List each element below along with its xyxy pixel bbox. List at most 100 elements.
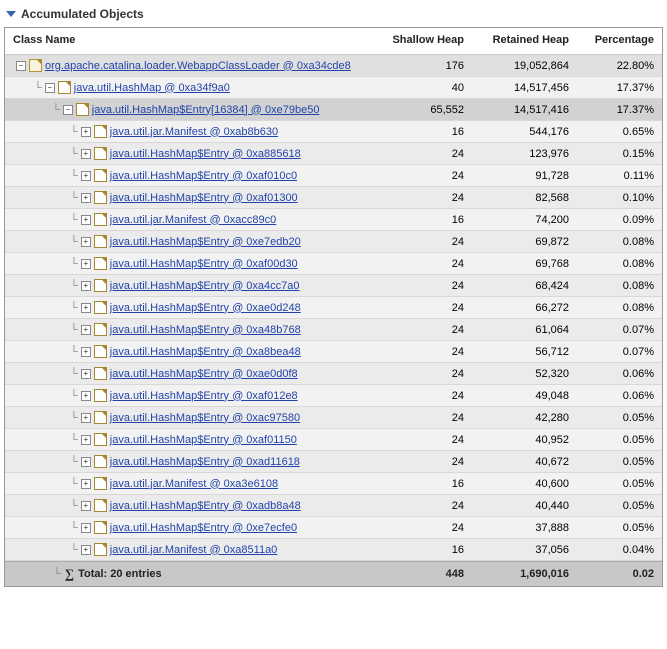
- class-link[interactable]: java.util.HashMap @ 0xa34f9a0: [74, 82, 230, 94]
- section-header[interactable]: Accumulated Objects: [4, 4, 663, 27]
- class-file-icon: [94, 235, 107, 248]
- table-row[interactable]: └+java.util.HashMap$Entry @ 0xaf012e8244…: [5, 385, 662, 407]
- table-row[interactable]: └+java.util.HashMap$Entry @ 0xaf010c0249…: [5, 165, 662, 187]
- class-file-icon: [94, 125, 107, 138]
- tree-expand-icon[interactable]: +: [81, 281, 91, 291]
- class-link[interactable]: java.util.HashMap$Entry @ 0xadb8a48: [110, 500, 301, 512]
- class-link[interactable]: java.util.jar.Manifest @ 0xacc89c0: [110, 214, 276, 226]
- percentage-value: 0.08%: [569, 302, 654, 314]
- tree-expand-icon[interactable]: +: [81, 193, 91, 203]
- tree-expand-icon[interactable]: +: [81, 303, 91, 313]
- table-row[interactable]: └+java.util.HashMap$Entry @ 0xaf00d30246…: [5, 253, 662, 275]
- table-row[interactable]: └−java.util.HashMap @ 0xa34f9a04014,517,…: [5, 77, 662, 99]
- tree-expand-icon[interactable]: +: [81, 347, 91, 357]
- class-link[interactable]: java.util.HashMap$Entry @ 0xa4cc7a0: [110, 280, 300, 292]
- table-row[interactable]: └+java.util.jar.Manifest @ 0xa3e61081640…: [5, 473, 662, 495]
- class-link[interactable]: java.util.HashMap$Entry @ 0xaf01150: [110, 434, 297, 446]
- tree-branch-icon: └: [70, 368, 78, 380]
- table-row[interactable]: └+java.util.HashMap$Entry @ 0xa8bea48245…: [5, 341, 662, 363]
- col-header-shallow[interactable]: Shallow Heap: [369, 34, 464, 46]
- tree-expand-icon[interactable]: +: [81, 457, 91, 467]
- table-row[interactable]: └+java.util.jar.Manifest @ 0xab8b6301654…: [5, 121, 662, 143]
- tree-branch-icon: └: [70, 236, 78, 248]
- table-row[interactable]: └+java.util.HashMap$Entry @ 0xe7edb20246…: [5, 231, 662, 253]
- class-link[interactable]: java.util.HashMap$Entry @ 0xe7edb20: [110, 236, 301, 248]
- table-row[interactable]: └+java.util.HashMap$Entry @ 0xa4cc7a0246…: [5, 275, 662, 297]
- percentage-value: 17.37%: [569, 82, 654, 94]
- class-file-icon: [94, 345, 107, 358]
- table-row[interactable]: └+java.util.HashMap$Entry @ 0xaf01150244…: [5, 429, 662, 451]
- retained-heap-value: 14,517,456: [464, 82, 569, 94]
- retained-heap-value: 52,320: [464, 368, 569, 380]
- class-link[interactable]: java.util.HashMap$Entry @ 0xaf010c0: [110, 170, 297, 182]
- class-link[interactable]: java.util.HashMap$Entry @ 0xaf01300: [110, 192, 298, 204]
- class-link[interactable]: java.util.jar.Manifest @ 0xa8511a0: [110, 544, 278, 556]
- class-link[interactable]: java.util.HashMap$Entry @ 0xae0d248: [110, 302, 301, 314]
- class-file-icon: [94, 191, 107, 204]
- table-row[interactable]: └+java.util.HashMap$Entry @ 0xa885618241…: [5, 143, 662, 165]
- table-row[interactable]: └+java.util.HashMap$Entry @ 0xe7ecfe0243…: [5, 517, 662, 539]
- tree-expand-icon[interactable]: +: [81, 149, 91, 159]
- table-row[interactable]: └+java.util.HashMap$Entry @ 0xaf01300248…: [5, 187, 662, 209]
- class-link[interactable]: java.util.HashMap$Entry @ 0xaf00d30: [110, 258, 298, 270]
- class-link[interactable]: java.util.jar.Manifest @ 0xab8b630: [110, 126, 278, 138]
- tree-expand-icon[interactable]: +: [81, 259, 91, 269]
- table-row[interactable]: └+java.util.HashMap$Entry @ 0xadb8a48244…: [5, 495, 662, 517]
- retained-heap-value: 19,052,864: [464, 60, 569, 72]
- class-link[interactable]: java.util.HashMap$Entry @ 0xaf012e8: [110, 390, 298, 402]
- tree-expand-icon[interactable]: +: [81, 127, 91, 137]
- col-header-percentage[interactable]: Percentage: [569, 34, 654, 46]
- tree-expand-icon[interactable]: +: [81, 215, 91, 225]
- shallow-heap-value: 24: [369, 346, 464, 358]
- tree-expand-icon[interactable]: +: [81, 369, 91, 379]
- table-row[interactable]: − org.apache.catalina.loader.WebappClassL…: [5, 55, 662, 77]
- tree-expand-icon[interactable]: +: [81, 413, 91, 423]
- class-link[interactable]: java.util.HashMap$Entry @ 0xac97580: [110, 412, 300, 424]
- percentage-value: 0.08%: [569, 280, 654, 292]
- table-row[interactable]: └+java.util.jar.Manifest @ 0xa8511a01637…: [5, 539, 662, 561]
- sigma-icon: ∑: [65, 566, 74, 582]
- percentage-value: 0.07%: [569, 324, 654, 336]
- tree-collapse-icon[interactable]: −: [45, 83, 55, 93]
- table-row[interactable]: └+java.util.HashMap$Entry @ 0xa48b768246…: [5, 319, 662, 341]
- accumulated-objects-table: Class Name Shallow Heap Retained Heap Pe…: [4, 27, 663, 587]
- class-link[interactable]: java.util.jar.Manifest @ 0xa3e6108: [110, 478, 278, 490]
- table-row[interactable]: └+java.util.jar.Manifest @ 0xacc89c01674…: [5, 209, 662, 231]
- tree-expand-icon[interactable]: +: [81, 479, 91, 489]
- class-link[interactable]: java.util.HashMap$Entry @ 0xe7ecfe0: [110, 522, 297, 534]
- tree-expand-icon[interactable]: +: [81, 171, 91, 181]
- tree-expand-icon[interactable]: +: [81, 523, 91, 533]
- retained-heap-value: 37,888: [464, 522, 569, 534]
- tree-branch-icon: └: [70, 456, 78, 468]
- tree-collapse-icon[interactable]: −: [16, 61, 26, 71]
- class-link[interactable]: java.util.HashMap$Entry @ 0xae0d0f8: [110, 368, 298, 380]
- class-link[interactable]: java.util.HashMap$Entry @ 0xa8bea48: [110, 346, 301, 358]
- tree-expand-icon[interactable]: +: [81, 545, 91, 555]
- tree-expand-icon[interactable]: +: [81, 325, 91, 335]
- class-file-icon: [94, 389, 107, 402]
- class-link[interactable]: java.util.HashMap$Entry @ 0xad11618: [110, 456, 300, 468]
- tree-expand-icon[interactable]: +: [81, 391, 91, 401]
- col-header-retained[interactable]: Retained Heap: [464, 34, 569, 46]
- class-file-icon: [94, 301, 107, 314]
- class-link[interactable]: java.util.HashMap$Entry @ 0xa885618: [110, 148, 301, 160]
- tree-collapse-icon[interactable]: −: [63, 105, 73, 115]
- class-link[interactable]: java.util.HashMap$Entry @ 0xa48b768: [110, 324, 301, 336]
- class-link[interactable]: java.util.HashMap$Entry[16384] @ 0xe79be…: [92, 104, 320, 116]
- shallow-heap-value: 24: [369, 324, 464, 336]
- tree-expand-icon[interactable]: +: [81, 435, 91, 445]
- percentage-value: 0.05%: [569, 412, 654, 424]
- tree-expand-icon[interactable]: +: [81, 237, 91, 247]
- table-row[interactable]: └+java.util.HashMap$Entry @ 0xac97580244…: [5, 407, 662, 429]
- shallow-heap-value: 16: [369, 478, 464, 490]
- tree-branch-icon: └: [70, 522, 78, 534]
- col-header-classname[interactable]: Class Name: [13, 34, 369, 46]
- class-link[interactable]: org.apache.catalina.loader.WebappClassLo…: [45, 60, 351, 72]
- table-row[interactable]: └+java.util.HashMap$Entry @ 0xae0d0f8245…: [5, 363, 662, 385]
- table-row[interactable]: └+java.util.HashMap$Entry @ 0xae0d248246…: [5, 297, 662, 319]
- table-row[interactable]: └−java.util.HashMap$Entry[16384] @ 0xe79…: [5, 99, 662, 121]
- class-file-icon: [94, 323, 107, 336]
- tree-expand-icon[interactable]: +: [81, 501, 91, 511]
- section-title: Accumulated Objects: [21, 7, 144, 21]
- table-row[interactable]: └+java.util.HashMap$Entry @ 0xad11618244…: [5, 451, 662, 473]
